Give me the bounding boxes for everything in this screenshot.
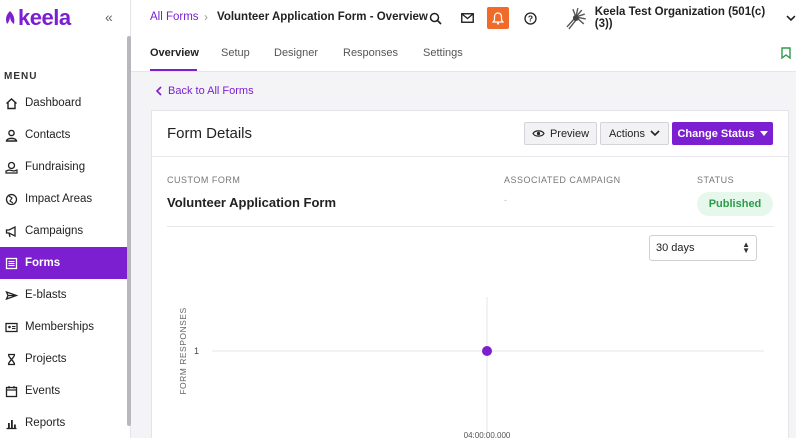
y-axis-label: FORM RESPONSES: [178, 307, 188, 394]
sidebar-item-label: Events: [25, 385, 61, 397]
org-logo-icon: [566, 7, 586, 30]
menu-label: MENU: [4, 71, 38, 82]
top-header: All Forms › Volunteer Application Form -…: [131, 0, 796, 36]
keela-logo[interactable]: keela: [4, 5, 71, 30]
sidebar-item-label: Forms: [25, 257, 61, 269]
tab-overview[interactable]: Overview: [150, 47, 199, 59]
sidebar-item-label: Impact Areas: [25, 193, 93, 205]
sidebar-item-label: Contacts: [25, 129, 71, 141]
sidebar-item-label: Reports: [25, 417, 66, 429]
help-icon[interactable]: ?: [519, 7, 541, 29]
sidebar-item-reports[interactable]: Reports: [0, 407, 127, 438]
bell-icon[interactable]: [487, 7, 509, 29]
form-responses-chart: FORM RESPONSES 1 04:00:00.000: [178, 297, 764, 438]
sidebar-item-contacts[interactable]: Contacts: [0, 119, 127, 151]
org-switcher[interactable]: Keela Test Organization (501(c)(3)): [563, 5, 796, 31]
active-tab-indicator: [150, 69, 197, 71]
tab-responses[interactable]: Responses: [343, 47, 398, 59]
tab-bar: Overview Setup Designer Responses Settin…: [131, 36, 796, 72]
sidebar-item-label: Projects: [25, 353, 67, 365]
bookmark-icon[interactable]: [781, 47, 791, 59]
sidebar-item-label: Dashboard: [25, 97, 82, 109]
person-icon: [4, 128, 18, 142]
sidebar-item-label: Fundraising: [25, 161, 86, 173]
form-details-card: Form Details Preview Actions Change Stat…: [151, 110, 789, 438]
sidebar-item-label: E-blasts: [25, 289, 67, 301]
mail-icon[interactable]: [456, 7, 478, 29]
page-title: Volunteer Application Form - Overview: [217, 11, 428, 23]
chevron-down-icon: [786, 14, 796, 21]
sidebar-item-memberships[interactable]: Memberships: [0, 311, 127, 343]
sidebar-scrollbar[interactable]: [127, 36, 131, 426]
sidebar-item-fundraising[interactable]: Fundraising: [0, 151, 127, 183]
sidebar-item-events[interactable]: Events: [0, 375, 127, 407]
sidebar-item-e-blasts[interactable]: E-blasts: [0, 279, 127, 311]
sidebar-item-dashboard[interactable]: Dashboard: [0, 87, 127, 119]
breadcrumb-separator: ›: [204, 10, 208, 24]
tab-designer[interactable]: Designer: [274, 47, 318, 59]
home-icon: [4, 96, 18, 110]
data-point: [482, 346, 492, 356]
svg-text:?: ?: [527, 13, 532, 23]
calendar-icon: [4, 384, 18, 398]
breadcrumb-all-forms[interactable]: All Forms: [150, 11, 199, 23]
chevron-left-icon: [155, 86, 162, 96]
send-icon: [4, 288, 18, 302]
sidebar: keela « MENU Dashboard Contacts Fundraisin…: [0, 0, 131, 438]
org-name: Keela Test Organization (501(c)(3)): [594, 6, 766, 30]
id-card-icon: [4, 320, 18, 334]
sidebar-nav: Dashboard Contacts Fundraising Impact Areas…: [0, 87, 127, 438]
hourglass-icon: [4, 352, 18, 366]
megaphone-icon: [4, 224, 18, 238]
globe-icon: [4, 192, 18, 206]
sidebar-item-label: Memberships: [25, 321, 95, 333]
form-icon: [4, 256, 18, 270]
search-icon[interactable]: [424, 7, 446, 29]
brand-name: keela: [18, 5, 71, 30]
hand-coin-icon: [4, 160, 18, 174]
tab-settings[interactable]: Settings: [423, 47, 463, 59]
back-to-all-forms-link[interactable]: Back to All Forms: [155, 85, 254, 97]
sidebar-item-label: Campaigns: [25, 225, 84, 237]
bar-chart-icon: [4, 416, 18, 430]
tab-setup[interactable]: Setup: [221, 47, 250, 59]
back-link-label: Back to All Forms: [168, 85, 254, 97]
keela-leaf-icon: [6, 11, 15, 24]
y-tick-label: 1: [194, 346, 199, 356]
sidebar-item-impact-areas[interactable]: Impact Areas: [0, 183, 127, 215]
x-tick-label: 04:00:00.000: [464, 431, 511, 438]
sidebar-item-projects[interactable]: Projects: [0, 343, 127, 375]
collapse-sidebar-button[interactable]: «: [105, 9, 113, 25]
sidebar-item-forms[interactable]: Forms: [0, 247, 127, 279]
sidebar-item-campaigns[interactable]: Campaigns: [0, 215, 127, 247]
